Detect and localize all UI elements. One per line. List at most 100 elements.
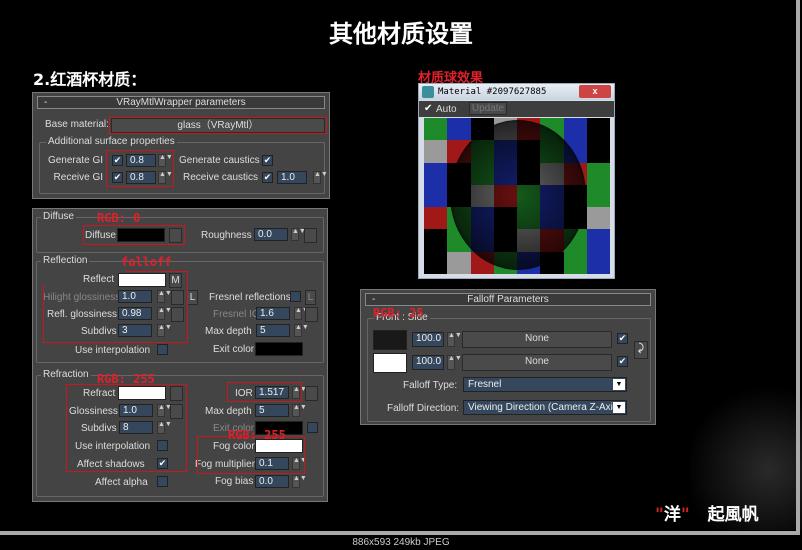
annotation-text: falloff [121, 255, 172, 269]
falloff-type-value: Fresnel [468, 379, 502, 390]
vray-wrapper-panel: - VRayMtlWrapper parameters Base material… [32, 92, 330, 199]
fog-bias-input[interactable]: 0.0 [255, 475, 289, 488]
material-sphere [450, 120, 586, 270]
swap-colors-button[interactable]: ⤸ [634, 341, 648, 359]
spinner[interactable]: ▲▼ [313, 171, 328, 184]
rollout-title: Falloff Parameters [467, 294, 549, 305]
highlight-box [227, 382, 302, 402]
preview-sphere-area [424, 118, 610, 274]
lock-button[interactable]: L [187, 290, 198, 305]
spinner[interactable]: ▲▼ [292, 404, 307, 417]
spinner[interactable]: ▲▼ [447, 332, 462, 347]
fresnel-ior-map-button[interactable] [305, 307, 318, 322]
roughness-input[interactable]: 0.0 [254, 228, 288, 241]
max-depth-input[interactable]: 5 [255, 404, 289, 417]
update-button[interactable]: Update [469, 102, 507, 115]
signature-name2: 起風帆 [707, 505, 759, 525]
auto-checkbox[interactable]: ✔ [424, 103, 432, 114]
front-map-button[interactable]: None [462, 331, 612, 348]
spinner[interactable]: ▲▼ [292, 475, 307, 488]
highlight-box [83, 225, 185, 245]
ior-map-button[interactable] [305, 386, 318, 401]
page-title: 其他材质设置 [329, 20, 473, 48]
receive-gi-label: Receive GI [53, 172, 103, 183]
additional-surface-group: Additional surface properties [39, 136, 325, 194]
material-preview-window: Material #2097627885 x ✔ Auto Update [418, 83, 615, 279]
falloff-type-label: Falloff Type: [403, 380, 458, 391]
max-depth-input[interactable]: 5 [256, 324, 290, 337]
quote-mark: " [655, 505, 664, 525]
fresnel-reflections-label: Fresnel reflections [209, 292, 291, 303]
highlight-box [109, 117, 327, 134]
fresnel-ior-input[interactable]: 1.6 [256, 307, 290, 320]
collapse-toggle[interactable]: - [372, 294, 375, 305]
frame-bottom-border [0, 531, 796, 535]
frame-right-border [796, 0, 800, 535]
roughness-label: Roughness [201, 230, 252, 241]
group-label: Refraction [41, 369, 91, 380]
affect-alpha-label: Affect alpha [95, 477, 148, 488]
collapse-toggle[interactable]: - [44, 97, 47, 108]
spinner[interactable]: ▲▼ [294, 307, 309, 320]
falloff-direction-label: Falloff Direction: [387, 403, 460, 414]
group-label: Reflection [41, 255, 90, 266]
falloff-direction-value: Viewing Direction (Camera Z-Axis) [468, 402, 622, 413]
signature-name1: 洋 [663, 505, 681, 525]
fresnel-lock-button[interactable]: L [305, 290, 316, 305]
annotation-text: RGB: 25 [373, 306, 424, 320]
exit-color-checkbox[interactable] [307, 422, 318, 433]
rollout-header[interactable]: - Falloff Parameters [365, 293, 651, 306]
generate-gi-label: Generate GI [47, 155, 103, 166]
generate-caustics-label: Generate caustics [179, 155, 260, 166]
receive-caustics-label: Receive caustics [183, 172, 259, 183]
group-label: Additional surface properties [46, 136, 177, 147]
image-info-status: 886x593 249kb JPEG [352, 537, 450, 548]
base-material-label: Base material: [45, 119, 109, 130]
preview-toolbar: ✔ Auto Update [419, 101, 614, 117]
side-color-swatch[interactable] [373, 353, 407, 373]
spinner[interactable]: ▲▼ [291, 228, 306, 241]
receive-caustics-checkbox[interactable]: ✔ [262, 172, 273, 183]
side-map-button[interactable]: None [462, 354, 612, 371]
rollout-title: VRayMtlWrapper parameters [116, 97, 246, 108]
roughness-map-button[interactable] [304, 228, 317, 243]
affect-alpha-checkbox[interactable] [157, 476, 168, 487]
rollout-header[interactable]: - VRayMtlWrapper parameters [37, 96, 325, 109]
signature: "洋" 起風帆 [655, 500, 759, 525]
highlight-box [66, 384, 187, 472]
window-title: Material #2097627885 [438, 87, 547, 97]
front-map-checkbox[interactable]: ✔ [617, 333, 628, 344]
side-amount-input[interactable]: 100.0 [412, 355, 444, 370]
chevron-down-icon: ▼ [613, 379, 625, 390]
highlight-box [197, 436, 305, 474]
exit-color-label: Exit color [213, 344, 255, 355]
vray-mtl-panel: Diffuse RGB: 0 Diffuse Roughness 0.0 ▲▼ … [32, 208, 328, 502]
receive-caustics-input[interactable]: 1.0 [277, 171, 307, 184]
close-button[interactable]: x [579, 85, 611, 98]
falloff-panel: - Falloff Parameters Front : Side RGB: 25… [360, 289, 656, 425]
use-interpolation-checkbox[interactable] [157, 344, 168, 355]
side-map-checkbox[interactable]: ✔ [617, 356, 628, 367]
max-depth-label: Max depth [205, 406, 252, 417]
chevron-down-icon: ▼ [613, 402, 625, 413]
section-title: 2.红酒杯材质： [33, 70, 147, 89]
app-icon [422, 86, 434, 98]
falloff-type-dropdown[interactable]: Fresnel ▼ [463, 377, 627, 392]
group-label: Diffuse [41, 211, 76, 222]
generate-caustics-checkbox[interactable]: ✔ [262, 155, 273, 166]
spinner[interactable]: ▲▼ [294, 324, 309, 337]
auto-label: Auto [436, 104, 457, 115]
window-titlebar: Material #2097627885 x [419, 84, 614, 100]
use-interpolation-label: Use interpolation [75, 345, 151, 356]
quote-mark: " [680, 505, 690, 525]
falloff-direction-dropdown[interactable]: Viewing Direction (Camera Z-Axis) ▼ [463, 400, 627, 415]
fresnel-checkbox[interactable] [290, 291, 301, 302]
reflect-label: Reflect [83, 274, 115, 285]
highlight-box [106, 150, 174, 187]
fog-bias-label: Fog bias [215, 476, 254, 487]
exit-color-swatch[interactable] [255, 342, 303, 356]
spinner[interactable]: ▲▼ [447, 355, 462, 370]
front-color-swatch[interactable] [373, 330, 407, 350]
max-depth-label: Max depth [205, 326, 252, 337]
front-amount-input[interactable]: 100.0 [412, 332, 444, 347]
